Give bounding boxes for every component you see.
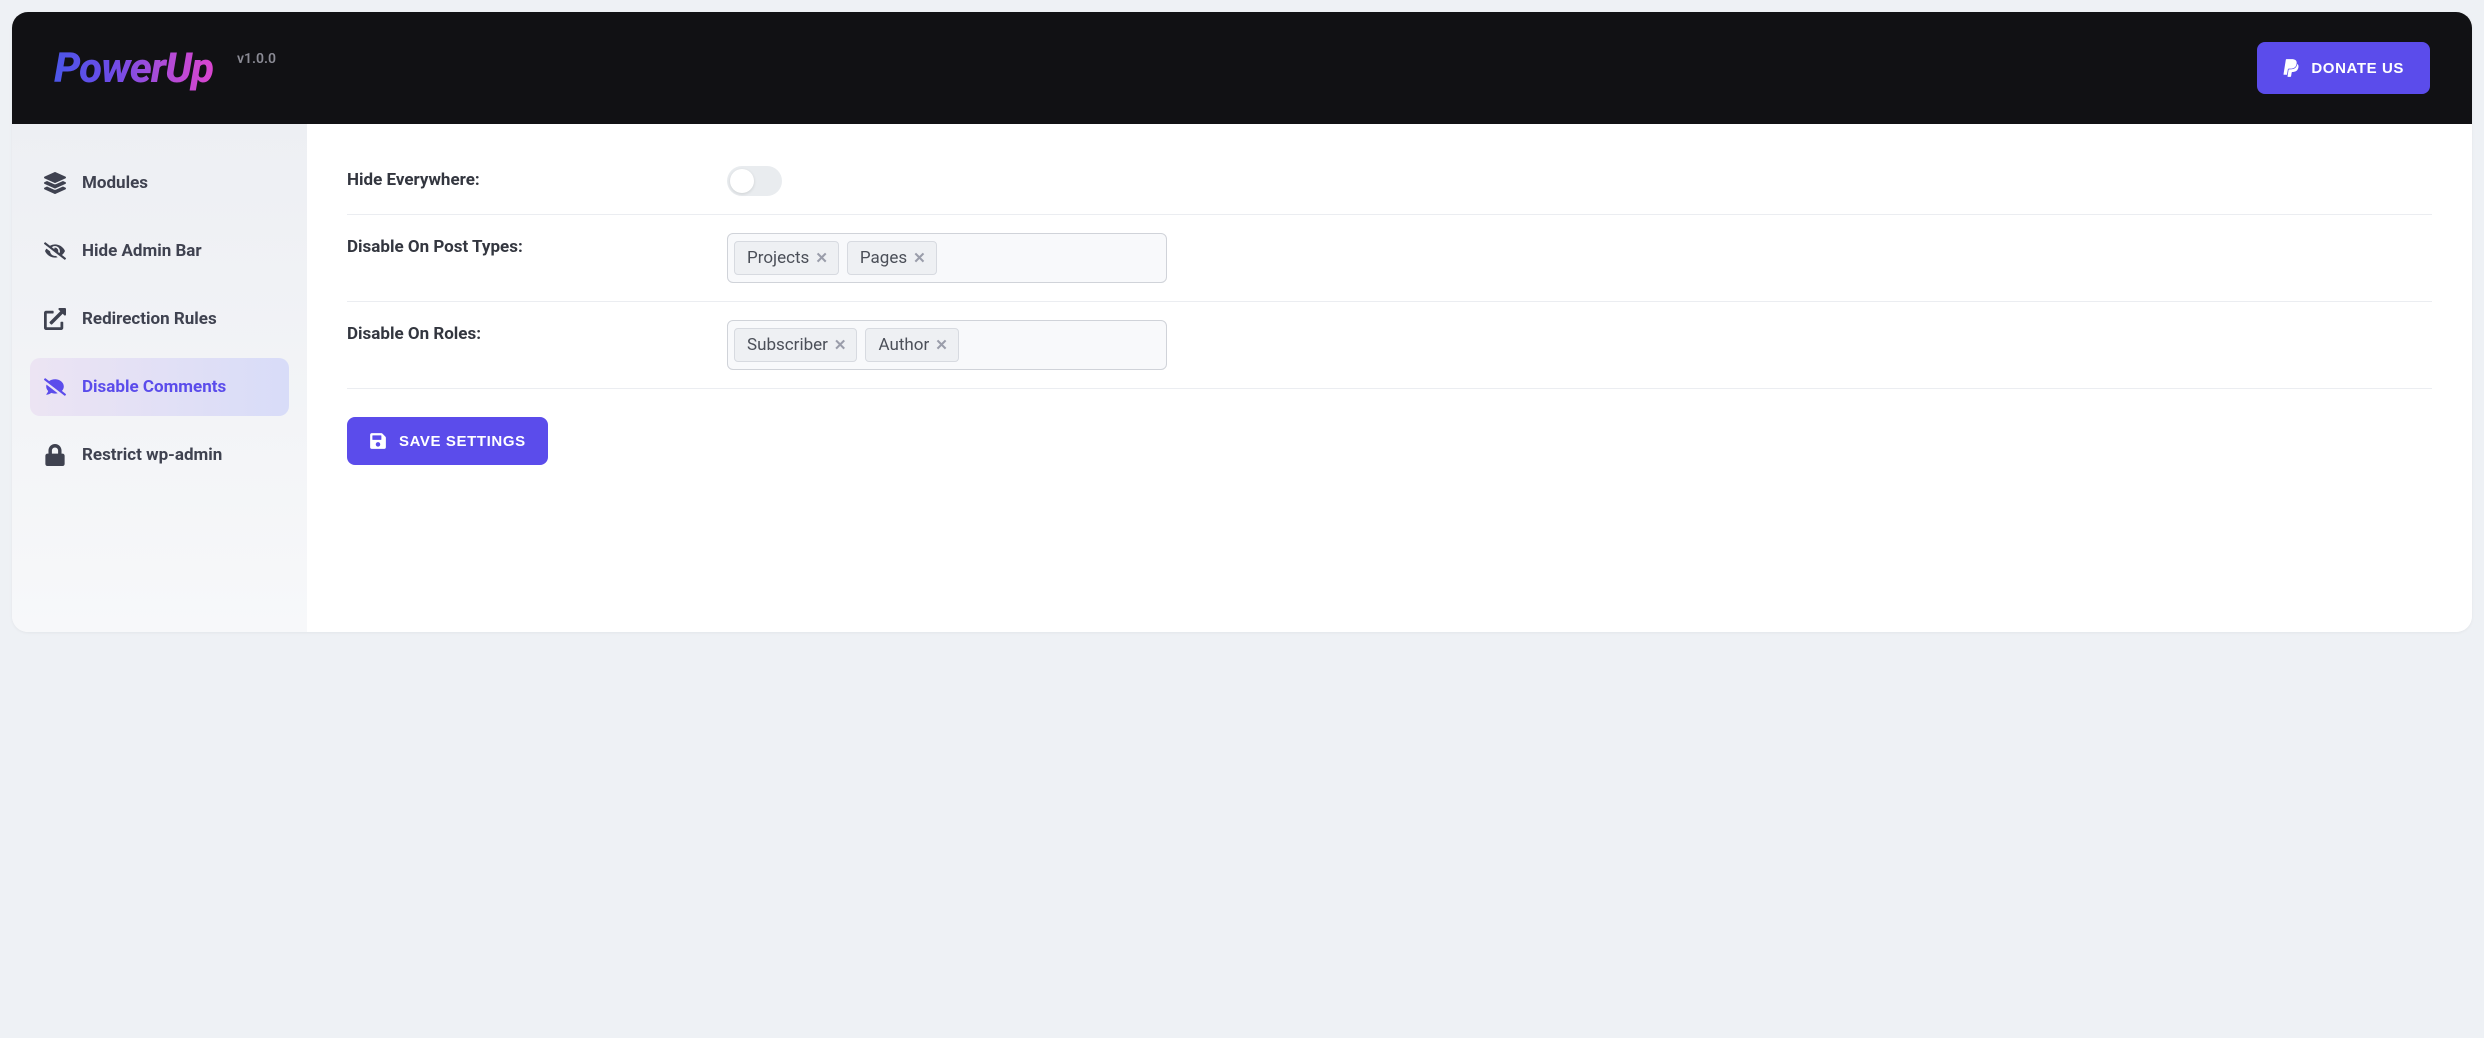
sidebar-item-label: Restrict wp-admin [82,445,222,465]
tag-label: Subscriber [747,335,828,355]
paypal-icon [2283,58,2299,78]
row-hide-everywhere: Hide Everywhere: [347,166,2432,215]
donate-button-label: DONATE US [2311,60,2404,77]
comment-slash-icon [44,376,66,398]
sidebar-item-hide-admin-bar[interactable]: Hide Admin Bar [30,222,289,280]
tag-label: Pages [860,248,907,268]
tag-label: Projects [747,248,809,268]
tag-remove-icon[interactable]: ✕ [935,336,948,354]
donate-button[interactable]: DONATE US [2257,42,2430,94]
tag-projects: Projects ✕ [734,241,839,275]
sidebar-item-label: Redirection Rules [82,309,217,329]
save-button-label: SAVE SETTINGS [399,433,526,450]
sidebar-item-label: Modules [82,173,148,193]
roles-tag-input[interactable]: Subscriber ✕ Author ✕ [727,320,1167,370]
save-icon [369,432,387,450]
tag-author: Author ✕ [865,328,958,362]
tag-pages: Pages ✕ [847,241,937,275]
sidebar: Modules Hide Admin Bar Redirection Rules… [12,124,307,632]
lock-icon [44,444,66,466]
sidebar-item-redirection-rules[interactable]: Redirection Rules [30,290,289,348]
disable-post-types-label: Disable On Post Types: [347,233,727,257]
main-content: Hide Everywhere: Disable On Post Types: … [307,124,2472,632]
tag-remove-icon[interactable]: ✕ [834,336,847,354]
hide-everywhere-label: Hide Everywhere: [347,166,727,190]
app-header: PowerUp v1.0.0 DONATE US [12,12,2472,124]
external-link-icon [44,308,66,330]
save-settings-button[interactable]: SAVE SETTINGS [347,417,548,465]
sidebar-item-disable-comments[interactable]: Disable Comments [30,358,289,416]
logo: PowerUp [54,44,213,93]
eye-slash-icon [44,240,66,262]
disable-roles-label: Disable On Roles: [347,320,727,344]
hide-everywhere-toggle[interactable] [727,166,782,196]
post-types-tag-input[interactable]: Projects ✕ Pages ✕ [727,233,1167,283]
tag-remove-icon[interactable]: ✕ [815,249,828,267]
row-disable-roles: Disable On Roles: Subscriber ✕ Author ✕ [347,302,2432,389]
app-window: PowerUp v1.0.0 DONATE US Modules Hide Ad… [12,12,2472,632]
app-body: Modules Hide Admin Bar Redirection Rules… [12,124,2472,632]
sidebar-item-label: Hide Admin Bar [82,241,202,261]
layers-icon [44,172,66,194]
tag-subscriber: Subscriber ✕ [734,328,857,362]
row-disable-post-types: Disable On Post Types: Projects ✕ Pages … [347,215,2432,302]
sidebar-item-modules[interactable]: Modules [30,154,289,212]
sidebar-item-restrict-wp-admin[interactable]: Restrict wp-admin [30,426,289,484]
tag-remove-icon[interactable]: ✕ [913,249,926,267]
version-label: v1.0.0 [237,51,276,67]
tag-label: Author [878,335,929,355]
sidebar-item-label: Disable Comments [82,377,226,397]
